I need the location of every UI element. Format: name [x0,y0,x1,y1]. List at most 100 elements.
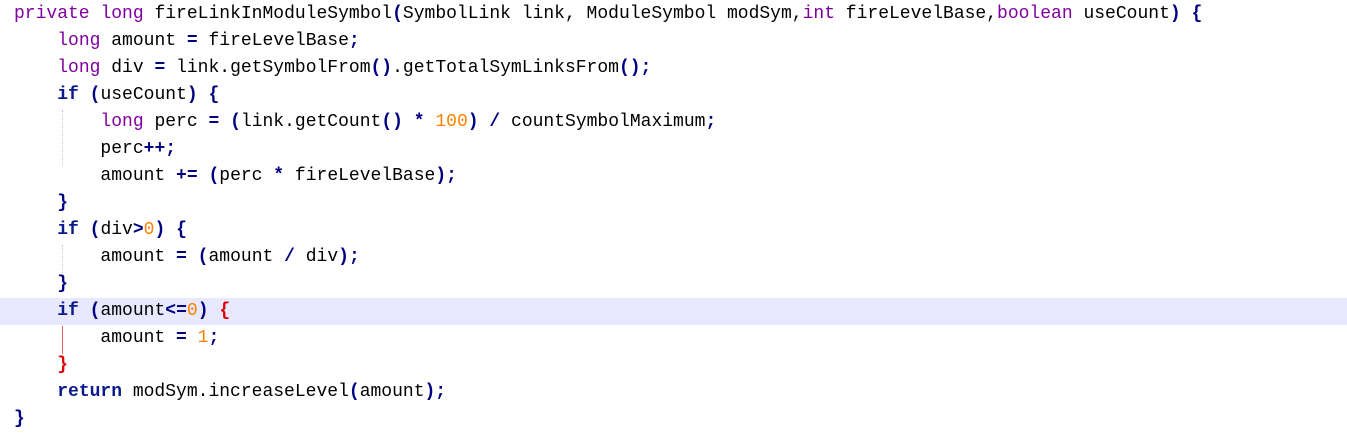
code-text: amount [100,328,177,348]
line-content: amount = (amount / div); [14,244,360,271]
operator: = [154,58,166,78]
code-text: link.getSymbolFrom [165,58,371,78]
control-keyword: return [57,382,123,402]
operator: ) [154,220,166,240]
code-text: amount [208,247,285,267]
operator: ( [348,382,360,402]
operator: } [57,274,69,294]
operator: ( [208,166,220,186]
operator: ( [89,220,101,240]
code-text: amount [100,247,177,267]
operator: { [176,220,187,240]
type-keyword: private [14,4,90,24]
code-line[interactable]: } [0,271,1347,298]
operator: ( [89,85,101,105]
code-line[interactable]: amount = 1; [0,325,1347,352]
operator: () [370,58,393,78]
type-keyword: boolean [997,4,1073,24]
code-text: modSym.increaseLevel [122,382,349,402]
operator: ; [348,31,360,51]
code-line[interactable]: amount = (amount / div); [0,244,1347,271]
code-text: countSymbolMaximum [500,112,706,132]
operator: ++; [143,139,177,159]
operator: = [208,112,220,132]
line-content: if (div>0) { [14,217,187,244]
code-text: SymbolLink link, ModuleSymbol modSym, [402,4,803,24]
line-content: private long fireLinkInModuleSymbol(Symb… [14,1,1202,28]
code-line[interactable]: long perc = (link.getCount() * 100) / co… [0,109,1347,136]
code-text: fireLevelBase [284,166,436,186]
code-line[interactable]: amount += (perc * fireLevelBase); [0,163,1347,190]
operator: = [176,328,187,348]
operator: ) [467,112,479,132]
code-text: amount [359,382,425,402]
control-keyword: if [57,85,79,105]
operator: / [489,112,501,132]
code-text: div [294,247,339,267]
operator: ); [338,247,360,267]
number-literal: 1 [197,328,209,348]
code-text: useCount [1072,4,1170,24]
code-text: div [100,220,133,240]
code-line[interactable]: perc++; [0,136,1347,163]
code-line[interactable]: long amount = fireLevelBase; [0,28,1347,55]
code-line[interactable]: long div = link.getSymbolFrom().getTotal… [0,55,1347,82]
code-text: fireLevelBase, [835,4,998,24]
code-text: amount [100,166,177,186]
operator: { [1191,4,1203,24]
code-line[interactable]: return modSym.increaseLevel(amount); [0,379,1347,406]
code-text: link.getCount [240,112,382,132]
line-content: if (amount<=0) { [14,298,230,325]
code-line[interactable]: } [0,352,1347,379]
operator: ; [208,328,220,348]
operator: = [176,247,187,267]
operator: { [208,85,220,105]
line-content: return modSym.increaseLevel(amount); [14,379,446,406]
code-text: perc [219,166,274,186]
operator: ( [392,4,403,24]
code-line[interactable]: private long fireLinkInModuleSymbol(Symb… [0,1,1347,28]
code-text: useCount [100,85,187,105]
operator: ); [424,382,447,402]
code-line-current[interactable]: if (amount<=0) { [0,298,1347,325]
operator: > [132,220,144,240]
code-text: amount [100,301,166,321]
code-line[interactable]: if (useCount) { [0,82,1347,109]
code-line[interactable]: } [0,190,1347,217]
code-line[interactable]: if (div>0) { [0,217,1347,244]
line-content: perc++; [14,136,176,163]
operator: <= [165,301,187,321]
control-keyword: if [57,220,79,240]
code-editor[interactable]: private long fireLinkInModuleSymbol(Symb… [0,0,1347,438]
type-keyword: long [57,58,101,78]
code-line[interactable]: } [0,406,1347,433]
code-text: .getTotalSymLinksFrom [392,58,619,78]
line-content: } [14,271,68,298]
operator: (); [618,58,652,78]
number-literal: 0 [186,301,198,321]
line-content: amount += (perc * fireLevelBase); [14,163,457,190]
code-text: perc [143,112,209,132]
operator: ); [435,166,457,186]
